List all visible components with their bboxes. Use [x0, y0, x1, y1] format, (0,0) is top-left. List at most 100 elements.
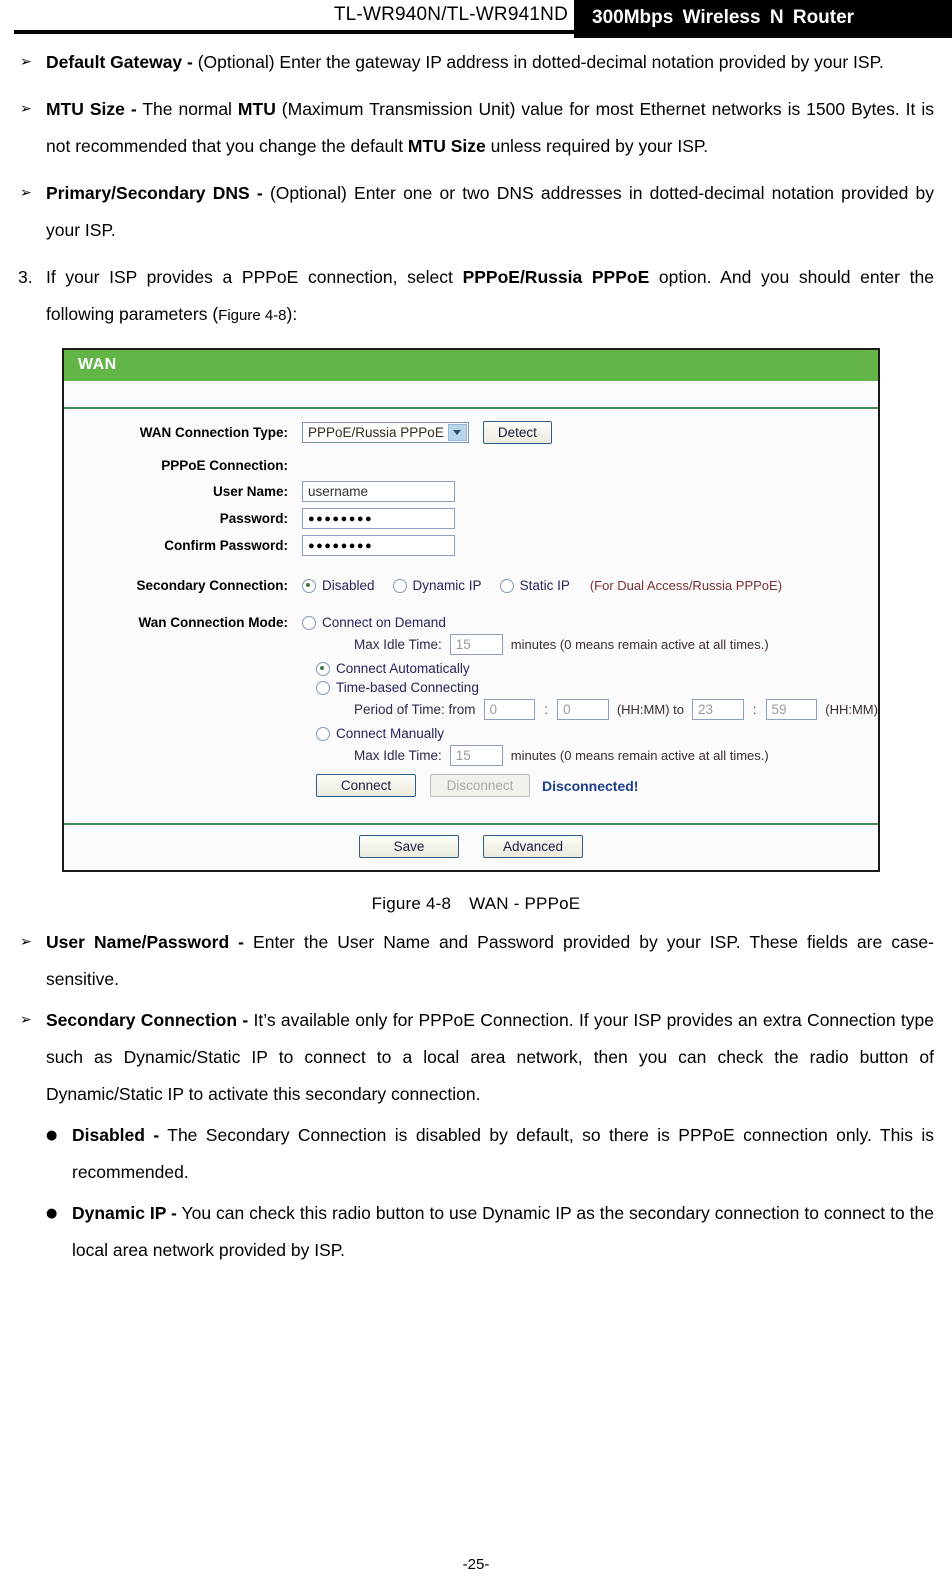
step-number: 3.: [18, 267, 33, 287]
step-3-paragraph: 3. If your ISP provides a PPPoE connecti…: [0, 259, 952, 334]
figure-caption-label: Figure 4-8: [371, 894, 452, 913]
text-default-gateway: (Optional) Enter the gateway IP address …: [192, 52, 884, 72]
row-max-idle-time-on-demand: Max Idle Time: 15 minutes (0 means remai…: [354, 634, 878, 655]
radio-dot-icon: [392, 578, 407, 593]
radio-dot-icon: [316, 680, 330, 695]
figure-wan-pppoe: WAN WAN Connection Type: PPPoE/Russia PP…: [0, 348, 952, 914]
header-tagline-text: 300Mbps Wireless N Router: [592, 7, 855, 28]
connect-button[interactable]: Connect: [316, 774, 416, 797]
row-connect-controls: Connect Disconnect Disconnected!: [316, 774, 878, 797]
arrow-bullet-icon: ➢: [20, 934, 32, 950]
radio-secondary-static-ip[interactable]: Static IP: [499, 578, 570, 593]
row-password: Password: ●●●●●●●●: [64, 508, 878, 529]
row-connect-automatically: Connect Automatically: [316, 661, 878, 676]
term-disabled: Disabled -: [72, 1125, 160, 1145]
figure-reference-link[interactable]: Figure 4-8: [218, 307, 286, 324]
bullet-secondary-connection: ➢ Secondary Connection - It’s available …: [0, 1002, 952, 1113]
user-name-input[interactable]: username: [302, 481, 455, 502]
row-pppoe-connection-heading: PPPoE Connection:: [64, 458, 878, 473]
max-idle-time-on-demand-suffix: minutes (0 means remain active at all ti…: [510, 637, 769, 652]
row-time-based-connecting: Time-based Connecting: [316, 680, 878, 695]
period-from-minute-input[interactable]: 0: [557, 699, 609, 720]
radio-secondary-disabled[interactable]: Disabled: [302, 578, 375, 593]
row-wan-connection-type: WAN Connection Type: PPPoE/Russia PPPoE …: [64, 421, 878, 444]
arrow-bullet-icon: ➢: [20, 54, 32, 70]
radio-dot-icon: [302, 578, 316, 593]
confirm-password-input[interactable]: ●●●●●●●●: [302, 535, 455, 556]
header-tagline-band: 300Mbps Wireless N Router: [574, 0, 952, 38]
text-dynamic-ip: You can check this radio button to use D…: [72, 1203, 934, 1260]
wan-panel: WAN WAN Connection Type: PPPoE/Russia PP…: [62, 348, 880, 872]
period-from-colon: :: [544, 702, 549, 717]
radio-secondary-dynamic-ip[interactable]: Dynamic IP: [392, 578, 482, 593]
radio-connect-automatically[interactable]: Connect Automatically: [316, 661, 470, 676]
password-input[interactable]: ●●●●●●●●: [302, 508, 455, 529]
dot-bullet-icon: ●: [46, 1128, 58, 1143]
header-model-text: TL-WR940N/TL-WR941ND: [333, 4, 568, 25]
radio-label-connect-automatically: Connect Automatically: [336, 661, 470, 676]
label-password: Password:: [219, 511, 288, 526]
period-from-hour-input[interactable]: 0: [483, 699, 536, 720]
figure-caption-text: WAN - PPPoE: [469, 894, 581, 913]
radio-connect-manually[interactable]: Connect Manually: [316, 726, 444, 741]
page-number: -25-: [462, 1556, 490, 1573]
max-idle-time-manual-input[interactable]: 15: [449, 745, 503, 766]
radio-time-based-connecting[interactable]: Time-based Connecting: [316, 680, 479, 695]
period-to-hour-input[interactable]: 23: [691, 699, 744, 720]
term-default-gateway: Default Gateway -: [46, 52, 193, 72]
radio-dot-icon: [316, 661, 330, 676]
radio-label-connect-manually: Connect Manually: [336, 726, 445, 741]
label-max-idle-time-on-demand: Max Idle Time:: [354, 637, 442, 652]
wan-connection-type-select[interactable]: PPPoE/Russia PPPoE: [302, 422, 469, 443]
wan-connection-type-value: PPPoE/Russia PPPoE: [308, 425, 444, 440]
radio-connect-on-demand[interactable]: Connect on Demand: [302, 615, 446, 630]
panel-footer-buttons: Save Advanced: [64, 825, 878, 870]
term-dns: Primary/Secondary DNS -: [46, 183, 263, 203]
detect-button[interactable]: Detect: [482, 421, 552, 444]
chevron-down-icon[interactable]: [447, 424, 467, 441]
term-mtu: MTU: [237, 99, 276, 119]
arrow-bullet-icon: ➢: [20, 101, 32, 117]
label-pppoe-connection: PPPoE Connection:: [161, 458, 288, 473]
row-period-of-time: Period of Time: from 0 : 0 (HH:MM) to 23…: [354, 699, 878, 720]
wan-panel-body: WAN Connection Type: PPPoE/Russia PPPoE …: [64, 409, 878, 813]
page-header: TL-WR940N/TL-WR941ND 300Mbps Wireless N …: [0, 0, 952, 40]
label-hhmm-to: (HH:MM) to: [616, 702, 684, 717]
bullet-user-name-password: ➢ User Name/Password - Enter the User Na…: [0, 924, 952, 998]
bullet-disabled: ● Disabled - The Secondary Connection is…: [0, 1117, 952, 1191]
period-to-minute-input[interactable]: 59: [765, 699, 818, 720]
dot-bullet-icon: ●: [46, 1206, 58, 1221]
radio-label-time-based-connecting: Time-based Connecting: [336, 680, 479, 695]
text-disabled: The Secondary Connection is disabled by …: [72, 1125, 934, 1182]
radio-dot-icon: [302, 615, 316, 630]
radio-label-static-ip: Static IP: [519, 578, 570, 593]
wan-panel-title: WAN: [64, 350, 878, 381]
label-wan-connection-type: WAN Connection Type:: [139, 425, 288, 440]
label-wan-connection-mode: Wan Connection Mode:: [138, 615, 288, 630]
save-button[interactable]: Save: [359, 835, 459, 858]
period-to-colon: :: [752, 702, 757, 717]
term-mtu-size: MTU Size -: [46, 99, 137, 119]
row-secondary-connection: Secondary Connection: Disabled Dynamic I…: [64, 578, 878, 593]
disconnect-button: Disconnect: [430, 774, 530, 797]
max-idle-time-on-demand-input[interactable]: 15: [449, 634, 503, 655]
term-user-name-password: User Name/Password -: [46, 932, 245, 952]
row-wan-connection-mode: Wan Connection Mode: Connect on Demand: [64, 615, 878, 630]
secondary-connection-note: (For Dual Access/Russia PPPoE): [589, 578, 783, 593]
bullet-default-gateway: ➢ Default Gateway - (Optional) Enter the…: [0, 44, 952, 81]
radio-label-connect-on-demand: Connect on Demand: [322, 615, 446, 630]
radio-label-disabled: Disabled: [322, 578, 375, 593]
row-max-idle-time-manual: Max Idle Time: 15 minutes (0 means remai…: [354, 745, 878, 766]
label-period-of-time: Period of Time: from: [354, 702, 476, 717]
arrow-bullet-icon: ➢: [20, 1012, 32, 1028]
radio-dot-icon: [499, 578, 514, 593]
text-mtu-1: The normal: [136, 99, 238, 119]
max-idle-time-manual-suffix: minutes (0 means remain active at all ti…: [510, 748, 769, 763]
document-content: ➢ Default Gateway - (Optional) Enter the…: [0, 44, 952, 1269]
radio-dot-icon: [316, 726, 330, 741]
advanced-button[interactable]: Advanced: [483, 835, 583, 858]
bullet-primary-secondary-dns: ➢ Primary/Secondary DNS - (Optional) Ent…: [0, 175, 952, 249]
